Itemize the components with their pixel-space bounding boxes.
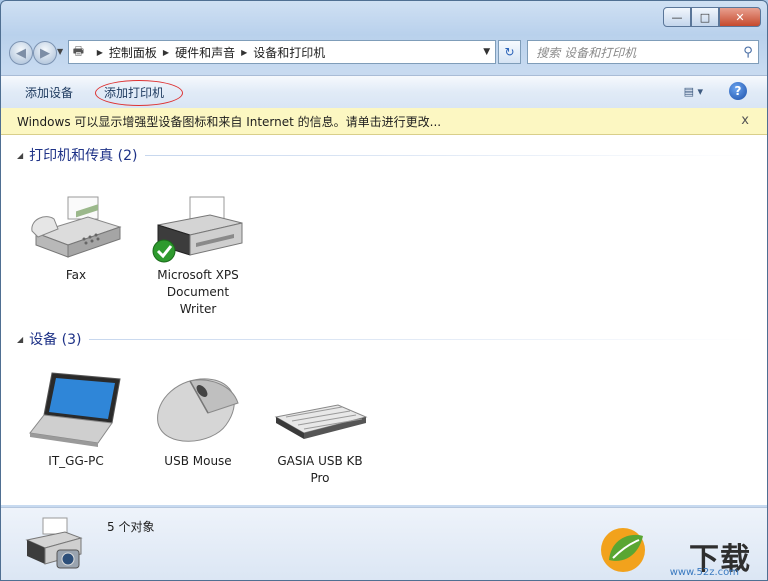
laptop-icon [29, 372, 121, 447]
info-bar[interactable]: Windows 可以显示增强型设备图标和来自 Internet 的信息。请单击进… [1, 108, 767, 135]
breadcrumb-separator-icon[interactable]: ▶ [241, 48, 247, 57]
default-check-icon [152, 239, 176, 263]
command-bar: 添加设备 添加打印机 ▤ ▾ ? [1, 75, 767, 109]
window-controls: — □ ✕ [663, 7, 761, 27]
forward-button[interactable]: ▶ [33, 41, 57, 65]
breadcrumb-separator-icon[interactable]: ▶ [163, 48, 169, 57]
device-item-fax[interactable]: Fax [26, 193, 126, 284]
help-icon[interactable]: ? [729, 82, 747, 100]
close-button[interactable]: ✕ [719, 7, 761, 27]
device-label[interactable]: IT_GG-PC [26, 453, 126, 470]
group-divider [89, 338, 757, 340]
maximize-button[interactable]: □ [691, 7, 719, 27]
printer-icon [152, 196, 243, 263]
device-label[interactable]: GASIA USB KB Pro [270, 453, 370, 487]
device-item-pc[interactable]: IT_GG-PC [26, 369, 126, 470]
device-item-keyboard[interactable]: GASIA USB KB Pro [270, 369, 370, 487]
search-icon[interactable]: ⚲ [738, 45, 758, 60]
group-header-printers[interactable]: ◢ 打印机和传真 (2) [17, 145, 757, 165]
back-button[interactable]: ◀ [9, 41, 33, 65]
minimize-button[interactable]: — [663, 7, 691, 27]
search-input[interactable]: 搜索 设备和打印机 [528, 44, 738, 61]
mouse-icon [157, 378, 239, 442]
recent-pages-dropdown-icon[interactable]: ▼ [57, 47, 63, 56]
navigation-bar: ◀ ▶ ▼ 🖶 ▶ 控制面板 ▶ 硬件和声音 ▶ 设备和打印机 ▼ ↻ 搜索 设… [9, 39, 760, 65]
breadcrumb-item[interactable]: 设备和打印机 [253, 44, 325, 61]
add-device-button[interactable]: 添加设备 [25, 84, 73, 101]
address-dropdown-icon[interactable]: ▼ [479, 47, 495, 57]
nav-buttons: ◀ ▶ ▼ [9, 39, 64, 65]
breadcrumb-separator-icon[interactable]: ▶ [97, 48, 103, 57]
breadcrumb: ▶ 控制面板 ▶ 硬件和声音 ▶ 设备和打印机 [91, 44, 326, 61]
collapse-triangle-icon[interactable]: ◢ [17, 151, 23, 160]
change-view-button[interactable]: ▤ ▾ [684, 85, 703, 98]
info-bar-close-icon[interactable]: x [741, 113, 749, 128]
item-count: 5 个对象 [107, 520, 155, 534]
explorer-window: — □ ✕ ◀ ▶ ▼ 🖶 ▶ 控制面板 ▶ 硬件和声音 ▶ 设备和打印机 ▼ … [0, 0, 768, 581]
leaf-logo-icon [601, 528, 645, 572]
control-panel-icon: 🖶 [72, 43, 85, 58]
device-list: ◢ 打印机和传真 (2) Fax Microsoft XPS Document … [1, 135, 767, 505]
search-box[interactable]: 搜索 设备和打印机 ⚲ [527, 40, 760, 64]
device-label[interactable]: Microsoft XPS Document Writer [148, 267, 248, 318]
group-title[interactable]: 打印机和传真 (2) [29, 145, 137, 165]
watermark-url: www.52z.com [669, 567, 739, 578]
device-label[interactable]: Fax [26, 267, 126, 284]
refresh-button[interactable]: ↻ [497, 40, 522, 64]
add-printer-button[interactable]: 添加打印机 [104, 84, 164, 101]
breadcrumb-item[interactable]: 硬件和声音 [175, 44, 235, 61]
watermark-logo: 下载 www.52z.com [595, 520, 765, 580]
group-title[interactable]: 设备 (3) [29, 329, 81, 349]
keyboard-icon [274, 404, 368, 439]
group-header-devices[interactable]: ◢ 设备 (3) [17, 329, 757, 349]
address-bar[interactable]: 🖶 ▶ 控制面板 ▶ 硬件和声音 ▶ 设备和打印机 ▼ [67, 40, 496, 64]
breadcrumb-item[interactable]: 控制面板 [109, 44, 157, 61]
group-divider [145, 154, 757, 156]
devices-and-printers-icon [25, 517, 83, 569]
collapse-triangle-icon[interactable]: ◢ [17, 335, 23, 344]
fax-machine-icon [31, 196, 122, 258]
info-bar-message[interactable]: Windows 可以显示增强型设备图标和来自 Internet 的信息。请单击进… [17, 113, 441, 130]
device-item-usb-mouse[interactable]: USB Mouse [148, 369, 248, 470]
device-item-xps-writer[interactable]: Microsoft XPS Document Writer [148, 193, 248, 318]
device-label[interactable]: USB Mouse [148, 453, 248, 470]
